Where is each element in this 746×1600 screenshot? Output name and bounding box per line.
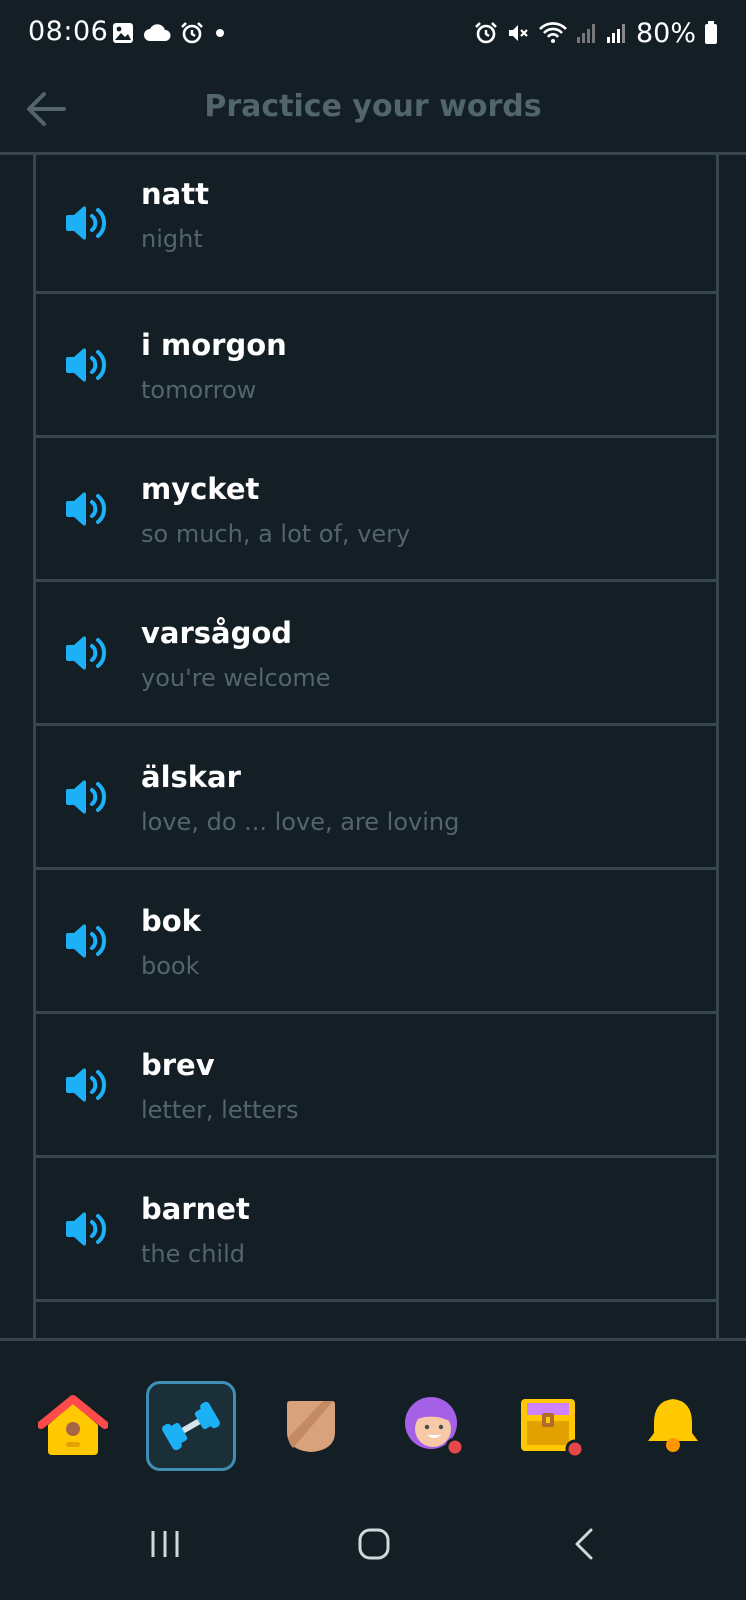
word-text: bok	[141, 904, 201, 938]
recent-apps-button[interactable]	[135, 1514, 195, 1574]
status-right-icons: 80%	[474, 17, 718, 49]
nav-home[interactable]	[28, 1381, 118, 1471]
home-icon	[38, 1395, 108, 1455]
word-list-item[interactable]: mycket so much, a lot of, very	[36, 438, 716, 582]
speaker-icon[interactable]	[63, 1209, 109, 1249]
word-list-item[interactable]: brev letter, letters	[36, 1014, 716, 1158]
page-title: Practice your words	[204, 89, 542, 124]
nav-practice[interactable]	[146, 1381, 236, 1471]
alarm-icon	[180, 21, 204, 45]
signal-icon	[606, 22, 628, 44]
speaker-icon[interactable]	[63, 633, 109, 673]
status-bar: 08:06 80%	[0, 0, 746, 66]
word-list-item[interactable]	[36, 1302, 716, 1338]
translation-text: night	[141, 225, 203, 253]
word-text: älskar	[141, 760, 241, 794]
speaker-icon[interactable]	[63, 777, 109, 817]
nav-quests[interactable]	[506, 1381, 596, 1471]
nav-profile[interactable]	[386, 1381, 476, 1471]
status-left-icons	[112, 18, 227, 48]
battery-icon	[704, 21, 718, 45]
wifi-icon	[538, 21, 568, 45]
word-text: i morgon	[141, 328, 287, 362]
chevron-left-icon	[575, 1528, 593, 1560]
word-list-item[interactable]: älskar love, do ... love, are loving	[36, 726, 716, 870]
profile-avatar-icon	[405, 1397, 465, 1457]
treasure-chest-icon	[521, 1399, 585, 1459]
word-list-item[interactable]: i morgon tomorrow	[36, 294, 716, 438]
speaker-icon[interactable]	[63, 921, 109, 961]
speaker-icon[interactable]	[63, 203, 109, 243]
signal-icon	[576, 22, 598, 44]
word-list[interactable]: natt night i morgon tomorrow mycket so m…	[33, 155, 719, 1338]
recent-apps-icon	[151, 1531, 179, 1557]
notification-dot-icon	[213, 26, 227, 40]
system-navigation-bar	[0, 1488, 746, 1600]
league-shield-icon	[287, 1401, 335, 1452]
word-text: barnet	[141, 1192, 250, 1226]
translation-text: you're welcome	[141, 664, 331, 692]
cloud-icon	[143, 23, 171, 43]
nav-notifications[interactable]	[628, 1381, 718, 1471]
translation-text: the child	[141, 1240, 245, 1268]
speaker-icon[interactable]	[63, 1065, 109, 1105]
battery-percentage: 80%	[635, 17, 696, 49]
word-list-item[interactable]: bok book	[36, 870, 716, 1014]
bell-icon	[648, 1399, 698, 1452]
bottom-nav	[0, 1338, 746, 1491]
nav-leagues[interactable]	[266, 1381, 356, 1471]
word-text: brev	[141, 1048, 215, 1082]
practice-dumbbell-icon	[162, 1401, 220, 1451]
word-list-item[interactable]: natt night	[36, 155, 716, 294]
translation-text: love, do ... love, are loving	[141, 808, 460, 836]
translation-text: tomorrow	[141, 376, 257, 404]
translation-text: book	[141, 952, 200, 980]
system-back-button[interactable]	[554, 1514, 614, 1574]
alarm-icon	[474, 21, 498, 45]
mute-icon	[506, 21, 530, 45]
word-text: natt	[141, 177, 209, 211]
translation-text: letter, letters	[141, 1096, 299, 1124]
speaker-icon[interactable]	[63, 489, 109, 529]
home-outline-icon	[358, 1528, 390, 1560]
gallery-icon	[112, 22, 134, 44]
header: Practice your words	[0, 66, 746, 155]
status-time: 08:06	[28, 16, 109, 47]
translation-text: so much, a lot of, very	[141, 520, 411, 548]
home-button[interactable]	[344, 1514, 404, 1574]
speaker-icon[interactable]	[63, 345, 109, 385]
word-text: mycket	[141, 472, 260, 506]
word-list-item[interactable]: varsågod you're welcome	[36, 582, 716, 726]
word-list-item[interactable]: barnet the child	[36, 1158, 716, 1302]
word-text: varsågod	[141, 616, 293, 650]
